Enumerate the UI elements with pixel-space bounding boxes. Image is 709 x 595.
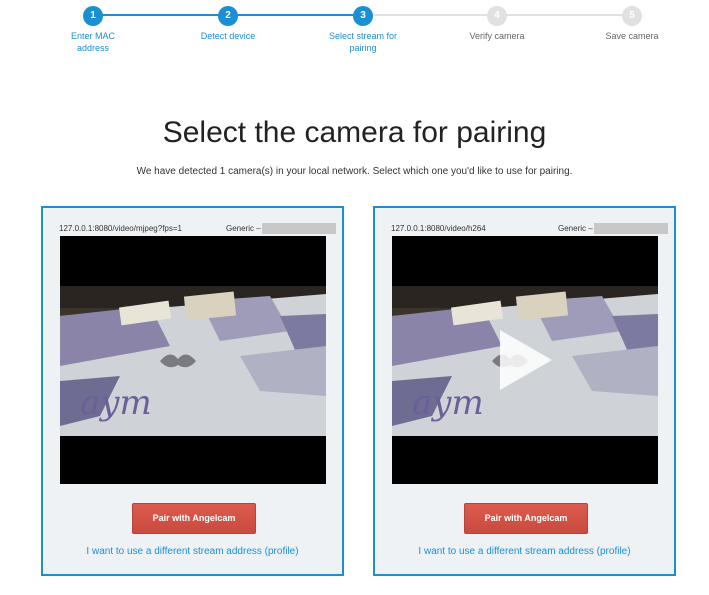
step-label: Save camera bbox=[605, 31, 659, 41]
step-detect-device[interactable]: 2 Detect device bbox=[173, 6, 283, 42]
step-number: 5 bbox=[622, 6, 642, 26]
step-number: 4 bbox=[487, 6, 507, 26]
step-number: 2 bbox=[218, 6, 238, 26]
stream-url: 127.0.0.1:8080/video/h264 bbox=[391, 224, 486, 233]
page-subtitle: We have detected 1 camera(s) in your loc… bbox=[136, 166, 573, 177]
page-title: Select the camera for pairing bbox=[162, 116, 547, 149]
step-save-camera: 5 Save camera bbox=[577, 6, 687, 42]
vendor-label: Generic – bbox=[226, 224, 261, 233]
svg-text:aym: aym bbox=[412, 383, 484, 423]
camera-preview-image: aym bbox=[60, 286, 326, 436]
camera-card-mjpeg[interactable]: 127.0.0.1:8080/video/mjpeg?fps=1 Generic… bbox=[41, 206, 344, 576]
different-stream-link[interactable]: I want to use a different stream address… bbox=[43, 546, 342, 557]
redacted-model bbox=[261, 223, 336, 234]
step-enter-mac[interactable]: 1 Enter MAC address bbox=[38, 6, 148, 54]
vendor-label: Generic – bbox=[558, 224, 593, 233]
card-header: 127.0.0.1:8080/video/h264 Generic – bbox=[391, 223, 668, 235]
progress-stepper: 1 Enter MAC address 2 Detect device 3 Se… bbox=[0, 0, 709, 60]
card-header: 127.0.0.1:8080/video/mjpeg?fps=1 Generic… bbox=[59, 223, 336, 235]
step-number: 1 bbox=[83, 6, 103, 26]
step-number: 3 bbox=[353, 6, 373, 26]
different-stream-link[interactable]: I want to use a different stream address… bbox=[375, 546, 674, 557]
step-select-stream[interactable]: 3 Select stream for pairing bbox=[308, 6, 418, 54]
redacted-model bbox=[593, 223, 668, 234]
camera-preview-video[interactable]: aym bbox=[60, 236, 326, 484]
camera-preview-frame: aym bbox=[60, 286, 326, 436]
stream-url: 127.0.0.1:8080/video/mjpeg?fps=1 bbox=[59, 224, 182, 233]
camera-card-h264[interactable]: 127.0.0.1:8080/video/h264 Generic – aym bbox=[373, 206, 676, 576]
pair-with-angelcam-button[interactable]: Pair with Angelcam bbox=[132, 503, 256, 534]
step-verify-camera: 4 Verify camera bbox=[442, 6, 552, 42]
vendor-label-wrap: Generic – bbox=[226, 223, 336, 235]
step-label: Select stream for pairing bbox=[328, 31, 398, 53]
play-icon[interactable] bbox=[500, 330, 552, 390]
camera-preview-video[interactable]: aym bbox=[392, 236, 658, 484]
step-label: Verify camera bbox=[469, 31, 525, 41]
vendor-label-wrap: Generic – bbox=[558, 223, 668, 235]
step-label: Enter MAC address bbox=[70, 31, 115, 53]
svg-text:aym: aym bbox=[80, 383, 152, 423]
pair-with-angelcam-button[interactable]: Pair with Angelcam bbox=[464, 503, 588, 534]
step-label: Detect device bbox=[200, 31, 256, 41]
